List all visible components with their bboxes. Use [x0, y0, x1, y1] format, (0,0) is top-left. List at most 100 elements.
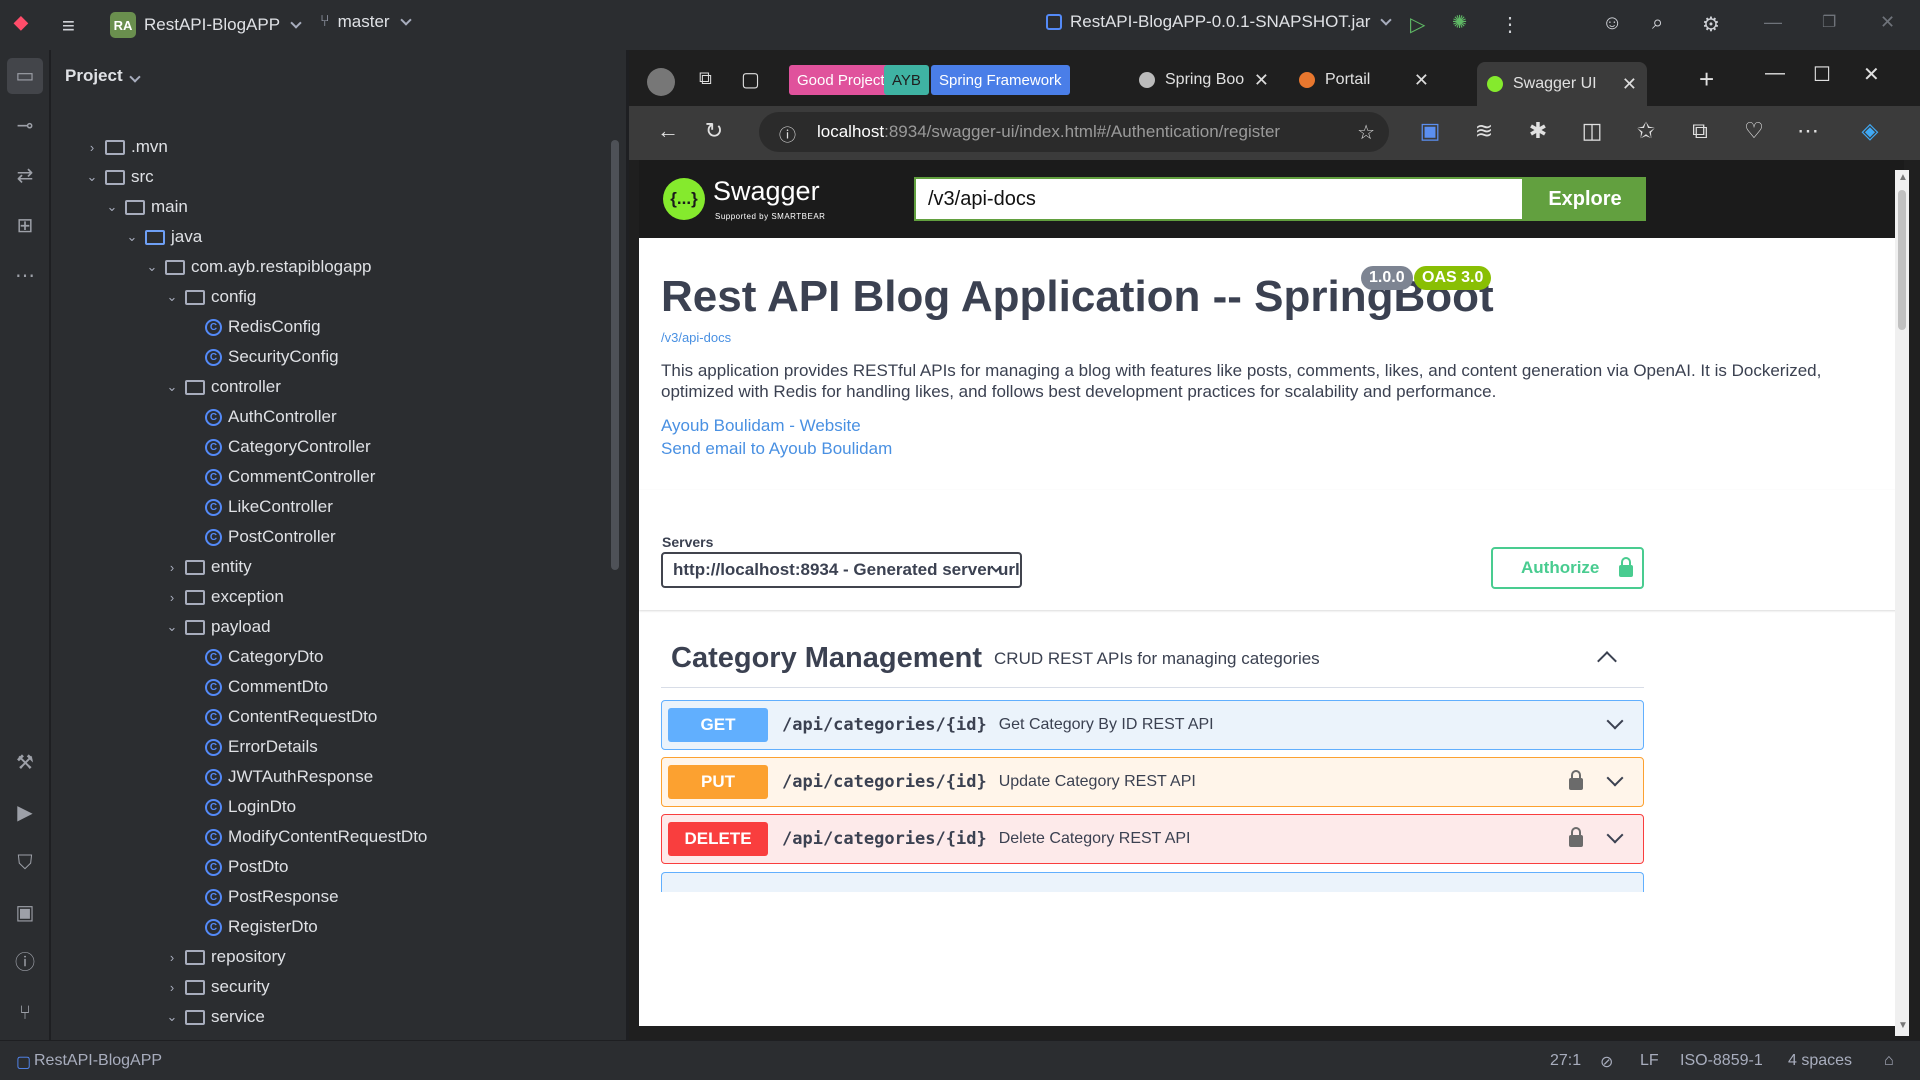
explore-button[interactable]: Explore [1524, 177, 1646, 221]
tree-item[interactable]: ⌄ com.ayb.restapiblogapp [145, 252, 372, 282]
maximize-icon[interactable]: ☐ [1813, 62, 1831, 87]
tab-actions-icon[interactable]: ▢ [741, 67, 760, 92]
operation-put[interactable]: PUT/api/categories/{id} Update Category R… [661, 757, 1644, 807]
lock-icon[interactable] [1569, 827, 1583, 847]
authorize-button[interactable]: Authorize [1491, 547, 1644, 589]
tree-item[interactable]: C PostController [185, 522, 336, 552]
chevron-down-icon[interactable] [1606, 712, 1624, 730]
services-icon[interactable]: ▶ [12, 800, 38, 826]
more-tools-icon[interactable]: ⋯ [12, 263, 38, 289]
workspaces-icon[interactable]: ⧉ [699, 68, 712, 89]
bookmark-group-pill[interactable]: Spring Framework [931, 65, 1070, 95]
address-bar[interactable]: ⓘ localhost:8934/swagger-ui/index.html#/… [759, 112, 1389, 152]
tree-item[interactable]: › .mvn [85, 132, 168, 162]
tree-item[interactable]: ⌄ config [165, 282, 257, 312]
git-icon[interactable]: ⑂ [12, 1000, 38, 1026]
status-project[interactable]: RestAPI-BlogAPP [34, 1052, 162, 1070]
tree-item[interactable]: › exception [165, 582, 284, 612]
copilot-icon[interactable]: ◈ [1855, 118, 1885, 144]
tree-item[interactable]: C JWTAuthResponse [185, 762, 373, 792]
chevron-down-icon[interactable] [1606, 769, 1624, 787]
restore-icon[interactable]: ❐ [1822, 12, 1836, 32]
scroll-down-icon[interactable]: ▼ [1898, 1020, 1908, 1031]
tree-item[interactable]: C PostResponse [185, 882, 339, 912]
next-operation-partial[interactable] [661, 872, 1644, 892]
translate-icon[interactable]: ▣ [1415, 118, 1445, 144]
chevron-right-icon[interactable]: › [165, 560, 179, 575]
run-config-selector[interactable]: RestAPI-BlogAPP-0.0.1-SNAPSHOT.jar [1046, 12, 1393, 32]
chevron-right-icon[interactable]: › [165, 950, 179, 965]
tree-item[interactable]: › repository [165, 942, 286, 972]
chevron-right-icon[interactable]: › [165, 590, 179, 605]
website-link[interactable]: Ayoub Boulidam - Website [661, 416, 861, 436]
more-icon[interactable]: ⋮ [1500, 12, 1520, 37]
close-icon[interactable]: ✕ [1863, 62, 1880, 87]
tree-item[interactable]: C RedisConfig [185, 312, 321, 342]
tree-item[interactable]: C SecurityConfig [185, 342, 339, 372]
site-info-icon[interactable]: ⓘ [779, 121, 796, 146]
tree-item[interactable]: C PostDto [185, 852, 288, 882]
chevron-right-icon[interactable]: › [165, 980, 179, 995]
tree-item[interactable]: ⌄ java [125, 222, 203, 252]
project-panel-header[interactable]: Project [65, 66, 142, 86]
back-icon[interactable]: ← [653, 118, 683, 144]
reload-icon[interactable]: ↻ [699, 118, 729, 144]
tree-item[interactable]: C LoginDto [185, 792, 296, 822]
lock-icon[interactable]: ⌂ [1884, 1052, 1894, 1070]
favorite-star-icon[interactable]: ☆ [1357, 120, 1375, 145]
chevron-down-icon[interactable]: ⌄ [165, 619, 179, 635]
spec-url-input[interactable]: /v3/api-docs [914, 177, 1524, 221]
gear-icon[interactable]: ⚙ [1702, 12, 1720, 37]
tree-item[interactable]: C AuthController [185, 402, 337, 432]
bookmark-group-pill[interactable]: Good Project [789, 65, 893, 95]
tree-item[interactable]: › entity [165, 552, 252, 582]
operation-get[interactable]: GET/api/categories/{id} Get Category By I… [661, 700, 1644, 750]
wifi-icon[interactable]: ≋ [1469, 118, 1499, 144]
tree-item[interactable]: C CommentDto [185, 672, 328, 702]
problems-icon[interactable]: ⓘ [12, 950, 38, 976]
spec-link[interactable]: /v3/api-docs [661, 330, 731, 345]
bookmark-group-pill[interactable]: AYB [884, 65, 929, 95]
favorites-icon[interactable]: ✩ [1631, 118, 1661, 144]
browser-tab[interactable]: Swagger UI ✕ [1477, 62, 1647, 106]
tree-item[interactable]: C RegisterDto [185, 912, 318, 942]
split-screen-icon[interactable]: ◫ [1577, 118, 1607, 144]
readonly-toggle-icon[interactable]: ⊘ [1600, 1052, 1613, 1072]
minimize-icon[interactable]: — [1765, 62, 1785, 85]
lock-icon[interactable] [1569, 770, 1583, 790]
chevron-down-icon[interactable]: ⌄ [125, 229, 139, 245]
settings-more-icon[interactable]: ⋯ [1793, 118, 1823, 144]
tree-item[interactable]: C CategoryDto [185, 642, 323, 672]
page-scrollbar-thumb[interactable] [1898, 190, 1906, 330]
extensions-icon[interactable]: ✱ [1523, 118, 1553, 144]
close-tab-icon[interactable]: ✕ [1254, 70, 1269, 91]
folder-icon[interactable]: ▭ [7, 58, 43, 94]
operation-delete[interactable]: DELETE/api/categories/{id} Delete Categor… [661, 814, 1644, 864]
tree-item[interactable]: C CommentController [185, 462, 375, 492]
chevron-down-icon[interactable]: ⌄ [145, 259, 159, 275]
commit-icon[interactable]: ⊸ [12, 113, 38, 139]
status-position[interactable]: 27:1 [1550, 1052, 1581, 1070]
project-scrollbar[interactable] [611, 140, 619, 570]
tree-item[interactable]: ⌄ main [105, 192, 188, 222]
browser-tab[interactable]: Portail ✕ [1289, 62, 1439, 98]
chevron-down-icon[interactable]: ⌄ [165, 289, 179, 305]
servers-select[interactable]: http://localhost:8934 - Generated server… [661, 552, 1022, 588]
search-icon[interactable]: ⌕ [1652, 12, 1663, 35]
chevron-up-icon[interactable] [1597, 651, 1617, 671]
status-line-separator[interactable]: LF [1640, 1052, 1659, 1070]
close-icon[interactable]: ✕ [1880, 12, 1895, 33]
debug-icon[interactable]: ✺ [1452, 12, 1467, 33]
tree-item[interactable]: ⌄ service [165, 1002, 265, 1032]
minimize-icon[interactable]: — [1764, 12, 1782, 33]
tree-item[interactable]: ⌄ controller [165, 372, 281, 402]
tree-item[interactable]: ⌄ payload [165, 612, 271, 642]
add-user-icon[interactable]: ☺ [1602, 12, 1622, 35]
tree-item[interactable]: ⌄ src [85, 162, 154, 192]
tree-item[interactable]: C ContentRequestDto [185, 702, 377, 732]
profile-avatar[interactable] [647, 68, 675, 96]
main-menu-icon[interactable]: ≡ [62, 13, 75, 39]
tree-item[interactable]: C CategoryController [185, 432, 371, 462]
page-scrollbar[interactable]: ▲ ▼ [1895, 170, 1909, 1036]
tree-item[interactable]: › security [165, 972, 270, 1002]
